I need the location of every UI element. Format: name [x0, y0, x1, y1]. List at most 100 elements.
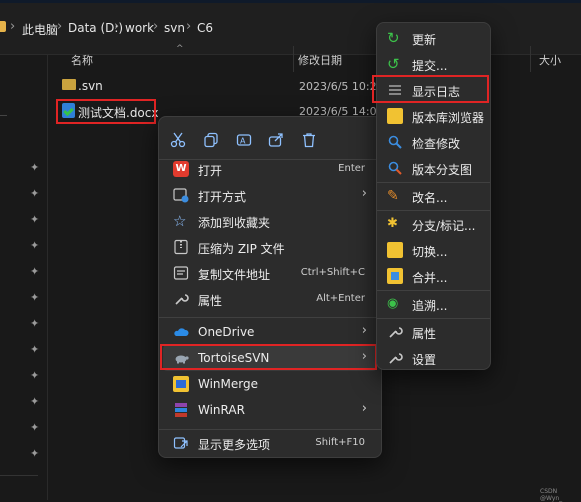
column-header-modified[interactable]: 修改日期 [298, 52, 342, 68]
tortoisesvn-submenu: ↻ 更新 ↺ 提交... 显示日志 版本库浏览器 检查修改 版本分支图 ✎ 改名… [376, 22, 491, 370]
nav-divider [0, 475, 38, 476]
file-modified: 2023/6/5 10:26 [299, 80, 384, 93]
submenu-item-branch-tag[interactable]: ✱ 分支/标记... [379, 211, 487, 237]
switch-icon [387, 242, 403, 258]
pin-icon[interactable]: ✦ [30, 370, 40, 381]
column-header-size[interactable]: 大小 [539, 52, 561, 68]
column-divider[interactable] [293, 46, 294, 72]
submenu-item-switch[interactable]: 切换... [379, 237, 487, 263]
submenu-item-merge[interactable]: 合并... [379, 263, 487, 289]
wrench-icon [173, 291, 189, 307]
merge-icon [387, 268, 403, 284]
more-options-icon [173, 435, 189, 451]
winmerge-icon [173, 376, 189, 392]
pin-icon[interactable]: ✦ [30, 344, 40, 355]
submenu-item-rename[interactable]: ✎ 改名... [379, 183, 487, 209]
zip-icon [173, 239, 189, 255]
check-modifications-icon [387, 134, 403, 150]
menu-item-add-to-favorites[interactable]: ☆ 添加到收藏夹 [163, 208, 377, 234]
onedrive-icon [173, 324, 189, 340]
svn-log-icon [387, 82, 403, 98]
pin-icon[interactable]: ✦ [30, 448, 40, 459]
navigation-pane: ✦ ✦ ✦ ✦ ✦ ✦ ✦ ✦ ✦ ✦ ✦ ✦ [0, 55, 48, 500]
menu-item-open-with[interactable]: 打开方式 › [163, 182, 377, 208]
menu-item-tortoisesvn[interactable]: TortoiseSVN › [163, 345, 377, 371]
pin-icon[interactable]: ✦ [30, 162, 40, 173]
pin-icon[interactable]: ✦ [30, 188, 40, 199]
pin-icon[interactable]: ✦ [30, 240, 40, 251]
menu-item-show-more-options[interactable]: 显示更多选项 Shift+F10 [163, 430, 377, 456]
pin-icon[interactable]: ✦ [30, 292, 40, 303]
submenu-item-properties[interactable]: 属性 [379, 319, 487, 345]
breadcrumb-c6[interactable]: C6 [197, 21, 213, 35]
share-icon[interactable] [263, 127, 289, 153]
menu-item-onedrive[interactable]: OneDrive › [163, 319, 377, 345]
word-doc-svn-icon [62, 103, 75, 118]
delete-icon[interactable] [296, 127, 322, 153]
breadcrumb-separator: › [153, 19, 159, 34]
menu-item-winrar[interactable]: WinRAR › [163, 397, 377, 423]
svn-update-icon: ↻ [387, 29, 400, 47]
pin-icon[interactable]: ✦ [30, 422, 40, 433]
submenu-item-show-log[interactable]: 显示日志 [379, 77, 487, 103]
breadcrumb-separator: › [57, 19, 63, 34]
nav-tree-line [0, 115, 7, 116]
wps-icon: W [173, 161, 189, 177]
breadcrumb-separator: › [114, 19, 120, 34]
star-icon: ☆ [173, 212, 187, 230]
properties-icon [387, 324, 403, 340]
chevron-right-icon: › [361, 186, 367, 201]
submenu-item-commit[interactable]: ↺ 提交... [379, 51, 487, 77]
repo-browser-icon [387, 108, 403, 124]
rename-icon[interactable]: A [231, 127, 257, 153]
pin-icon[interactable]: ✦ [30, 318, 40, 329]
file-row-svn[interactable]: .svn 2023/6/5 10:26 [56, 75, 576, 97]
column-divider[interactable] [530, 46, 531, 72]
file-name: 测试文档.docx [78, 106, 159, 120]
menu-item-open[interactable]: W 打开 Enter [163, 156, 377, 182]
context-menu: A W 打开 Enter 打开方式 › ☆ 添加到收藏夹 压缩为 ZIP 文件 … [158, 116, 382, 458]
settings-icon [387, 350, 403, 366]
submenu-item-blame[interactable]: ◉ 追溯... [379, 291, 487, 317]
column-header-name[interactable]: 名称 [71, 52, 93, 68]
folder-icon [62, 79, 76, 90]
pencil-icon: ✎ [387, 188, 399, 204]
submenu-item-settings[interactable]: 设置 [379, 345, 487, 371]
submenu-item-update[interactable]: ↻ 更新 [379, 25, 487, 51]
pin-icon[interactable]: ✦ [30, 214, 40, 225]
branch-icon: ✱ [387, 216, 398, 231]
title-strip [0, 0, 581, 3]
breadcrumb-this-pc[interactable]: 此电脑 [22, 21, 58, 38]
breadcrumb-work[interactable]: work [125, 21, 154, 35]
menu-item-properties[interactable]: 属性 Alt+Enter [163, 286, 377, 312]
copy-icon[interactable] [198, 127, 224, 153]
breadcrumb-separator: › [186, 19, 192, 34]
submenu-item-revision-graph[interactable]: 版本分支图 [379, 155, 487, 181]
pin-icon[interactable]: ✦ [30, 266, 40, 277]
revision-graph-icon [387, 160, 403, 176]
winrar-icon [173, 402, 189, 418]
tortoise-icon [173, 350, 189, 366]
menu-separator [159, 317, 381, 318]
breadcrumb-separator: › [10, 19, 16, 34]
menu-item-compress-zip[interactable]: 压缩为 ZIP 文件 [163, 234, 377, 260]
submenu-item-check-modifications[interactable]: 检查修改 [379, 129, 487, 155]
menu-item-winmerge[interactable]: WinMerge [163, 371, 377, 397]
submenu-item-repo-browser[interactable]: 版本库浏览器 [379, 103, 487, 129]
svg-text:A: A [240, 137, 246, 146]
chevron-right-icon: › [361, 349, 367, 364]
blame-icon: ◉ [387, 296, 399, 311]
svn-commit-icon: ↺ [387, 55, 400, 73]
pin-icon[interactable]: ✦ [30, 396, 40, 407]
chevron-right-icon: › [361, 401, 367, 416]
sort-chevron-icon: ^ [176, 44, 184, 54]
folder-icon [0, 21, 6, 32]
file-name: .svn [78, 79, 103, 93]
chevron-right-icon: › [361, 323, 367, 338]
cut-icon[interactable] [165, 127, 191, 153]
menu-item-copy-path[interactable]: 复制文件地址 Ctrl+Shift+C [163, 260, 377, 286]
breadcrumb-svn[interactable]: svn [164, 21, 185, 35]
open-with-icon [173, 187, 189, 203]
copy-path-icon [173, 265, 189, 281]
address-bar[interactable]: › 此电脑 › Data (D:) › work › svn › C6 [0, 0, 581, 55]
